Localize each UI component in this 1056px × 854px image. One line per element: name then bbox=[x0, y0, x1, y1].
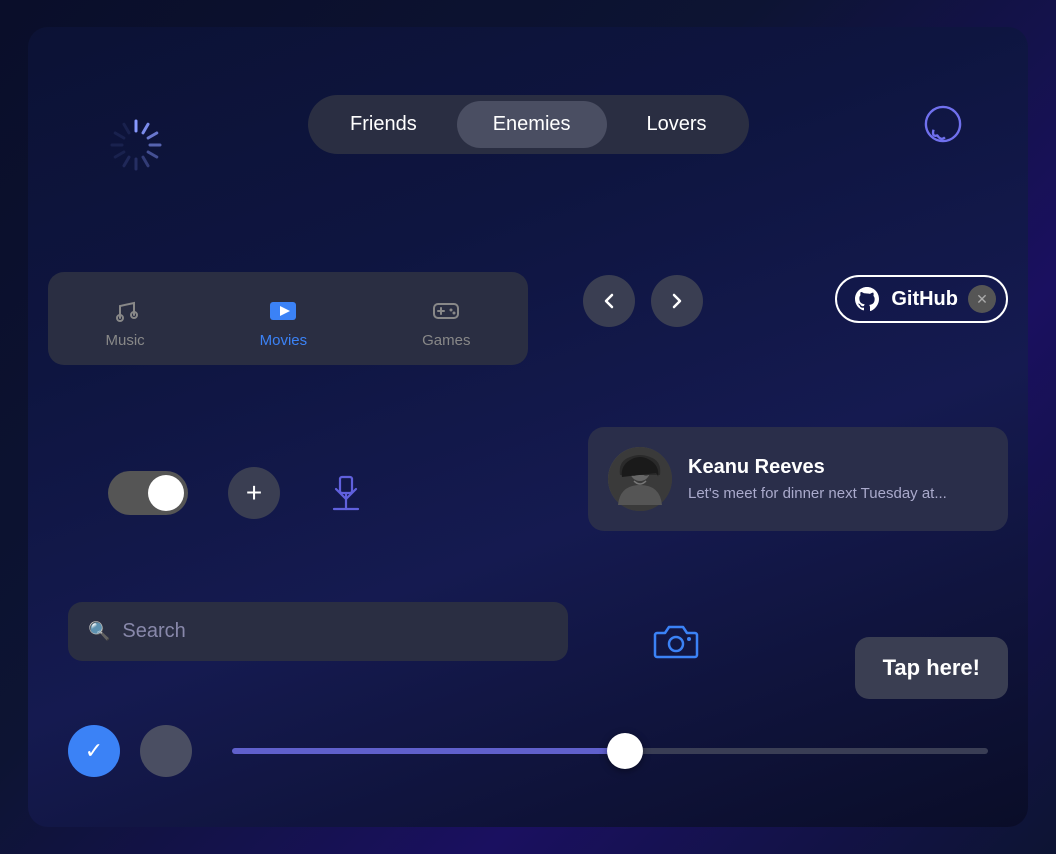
search-bar[interactable]: 🔍 Search bbox=[68, 602, 568, 661]
add-button[interactable]: + bbox=[228, 467, 280, 519]
tab-music[interactable]: Music bbox=[81, 288, 168, 357]
message-preview-text: Let's meet for dinner next Tuesday at... bbox=[688, 485, 988, 502]
toggle-knob bbox=[148, 475, 184, 511]
message-content: Keanu Reeves Let's meet for dinner next … bbox=[688, 456, 988, 502]
message-sender-name: Keanu Reeves bbox=[688, 456, 988, 479]
games-icon bbox=[431, 296, 461, 326]
nav-back-button[interactable] bbox=[583, 275, 635, 327]
movies-label: Movies bbox=[260, 332, 308, 349]
music-icon bbox=[110, 296, 140, 326]
tab-games[interactable]: Games bbox=[398, 288, 494, 357]
chat-icon-button[interactable] bbox=[918, 99, 968, 149]
tab-lovers[interactable]: Lovers bbox=[611, 101, 743, 148]
search-input[interactable]: Search bbox=[122, 620, 185, 643]
media-tabs-group: Music Movies Games bbox=[48, 272, 528, 365]
check-button[interactable]: ✓ bbox=[68, 725, 120, 777]
nav-forward-button[interactable] bbox=[651, 275, 703, 327]
top-tabs-group: Friends Enemies Lovers bbox=[308, 95, 749, 154]
games-label: Games bbox=[422, 332, 470, 349]
music-label: Music bbox=[105, 332, 144, 349]
main-container: Friends Enemies Lovers Music Movies bbox=[28, 27, 1028, 827]
toggle-switch[interactable] bbox=[108, 471, 188, 515]
avatar-image bbox=[608, 447, 672, 511]
tap-here-button[interactable]: Tap here! bbox=[855, 637, 1008, 699]
close-icon: ✕ bbox=[976, 291, 988, 308]
plus-icon: + bbox=[246, 477, 262, 509]
gray-circle-button[interactable] bbox=[140, 725, 192, 777]
chevron-left-icon bbox=[599, 291, 619, 311]
message-card[interactable]: Keanu Reeves Let's meet for dinner next … bbox=[588, 427, 1008, 531]
slider-track[interactable] bbox=[232, 748, 988, 754]
controls-row: + bbox=[108, 467, 372, 519]
search-icon: 🔍 bbox=[88, 621, 110, 642]
chat-icon bbox=[924, 105, 962, 143]
github-pill[interactable]: GitHub ✕ bbox=[835, 275, 1008, 323]
github-pill-label: GitHub bbox=[891, 288, 958, 311]
slider-thumb[interactable] bbox=[607, 733, 643, 769]
slider-container bbox=[232, 725, 988, 777]
loading-spinner bbox=[108, 117, 164, 173]
avatar bbox=[608, 447, 672, 511]
github-icon bbox=[853, 285, 881, 313]
github-close-button[interactable]: ✕ bbox=[968, 285, 996, 313]
checkmark-icon: ✓ bbox=[85, 738, 103, 764]
bottom-row: ✓ bbox=[68, 725, 988, 777]
tab-friends[interactable]: Friends bbox=[314, 101, 453, 148]
share-icon bbox=[328, 475, 364, 511]
nav-arrows-group bbox=[583, 275, 703, 327]
camera-button[interactable] bbox=[648, 612, 704, 668]
tab-enemies[interactable]: Enemies bbox=[457, 101, 607, 148]
chevron-right-icon bbox=[667, 291, 687, 311]
share-button[interactable] bbox=[320, 467, 372, 519]
tab-movies[interactable]: Movies bbox=[236, 288, 332, 357]
camera-icon bbox=[653, 617, 699, 663]
movies-icon bbox=[268, 296, 298, 326]
